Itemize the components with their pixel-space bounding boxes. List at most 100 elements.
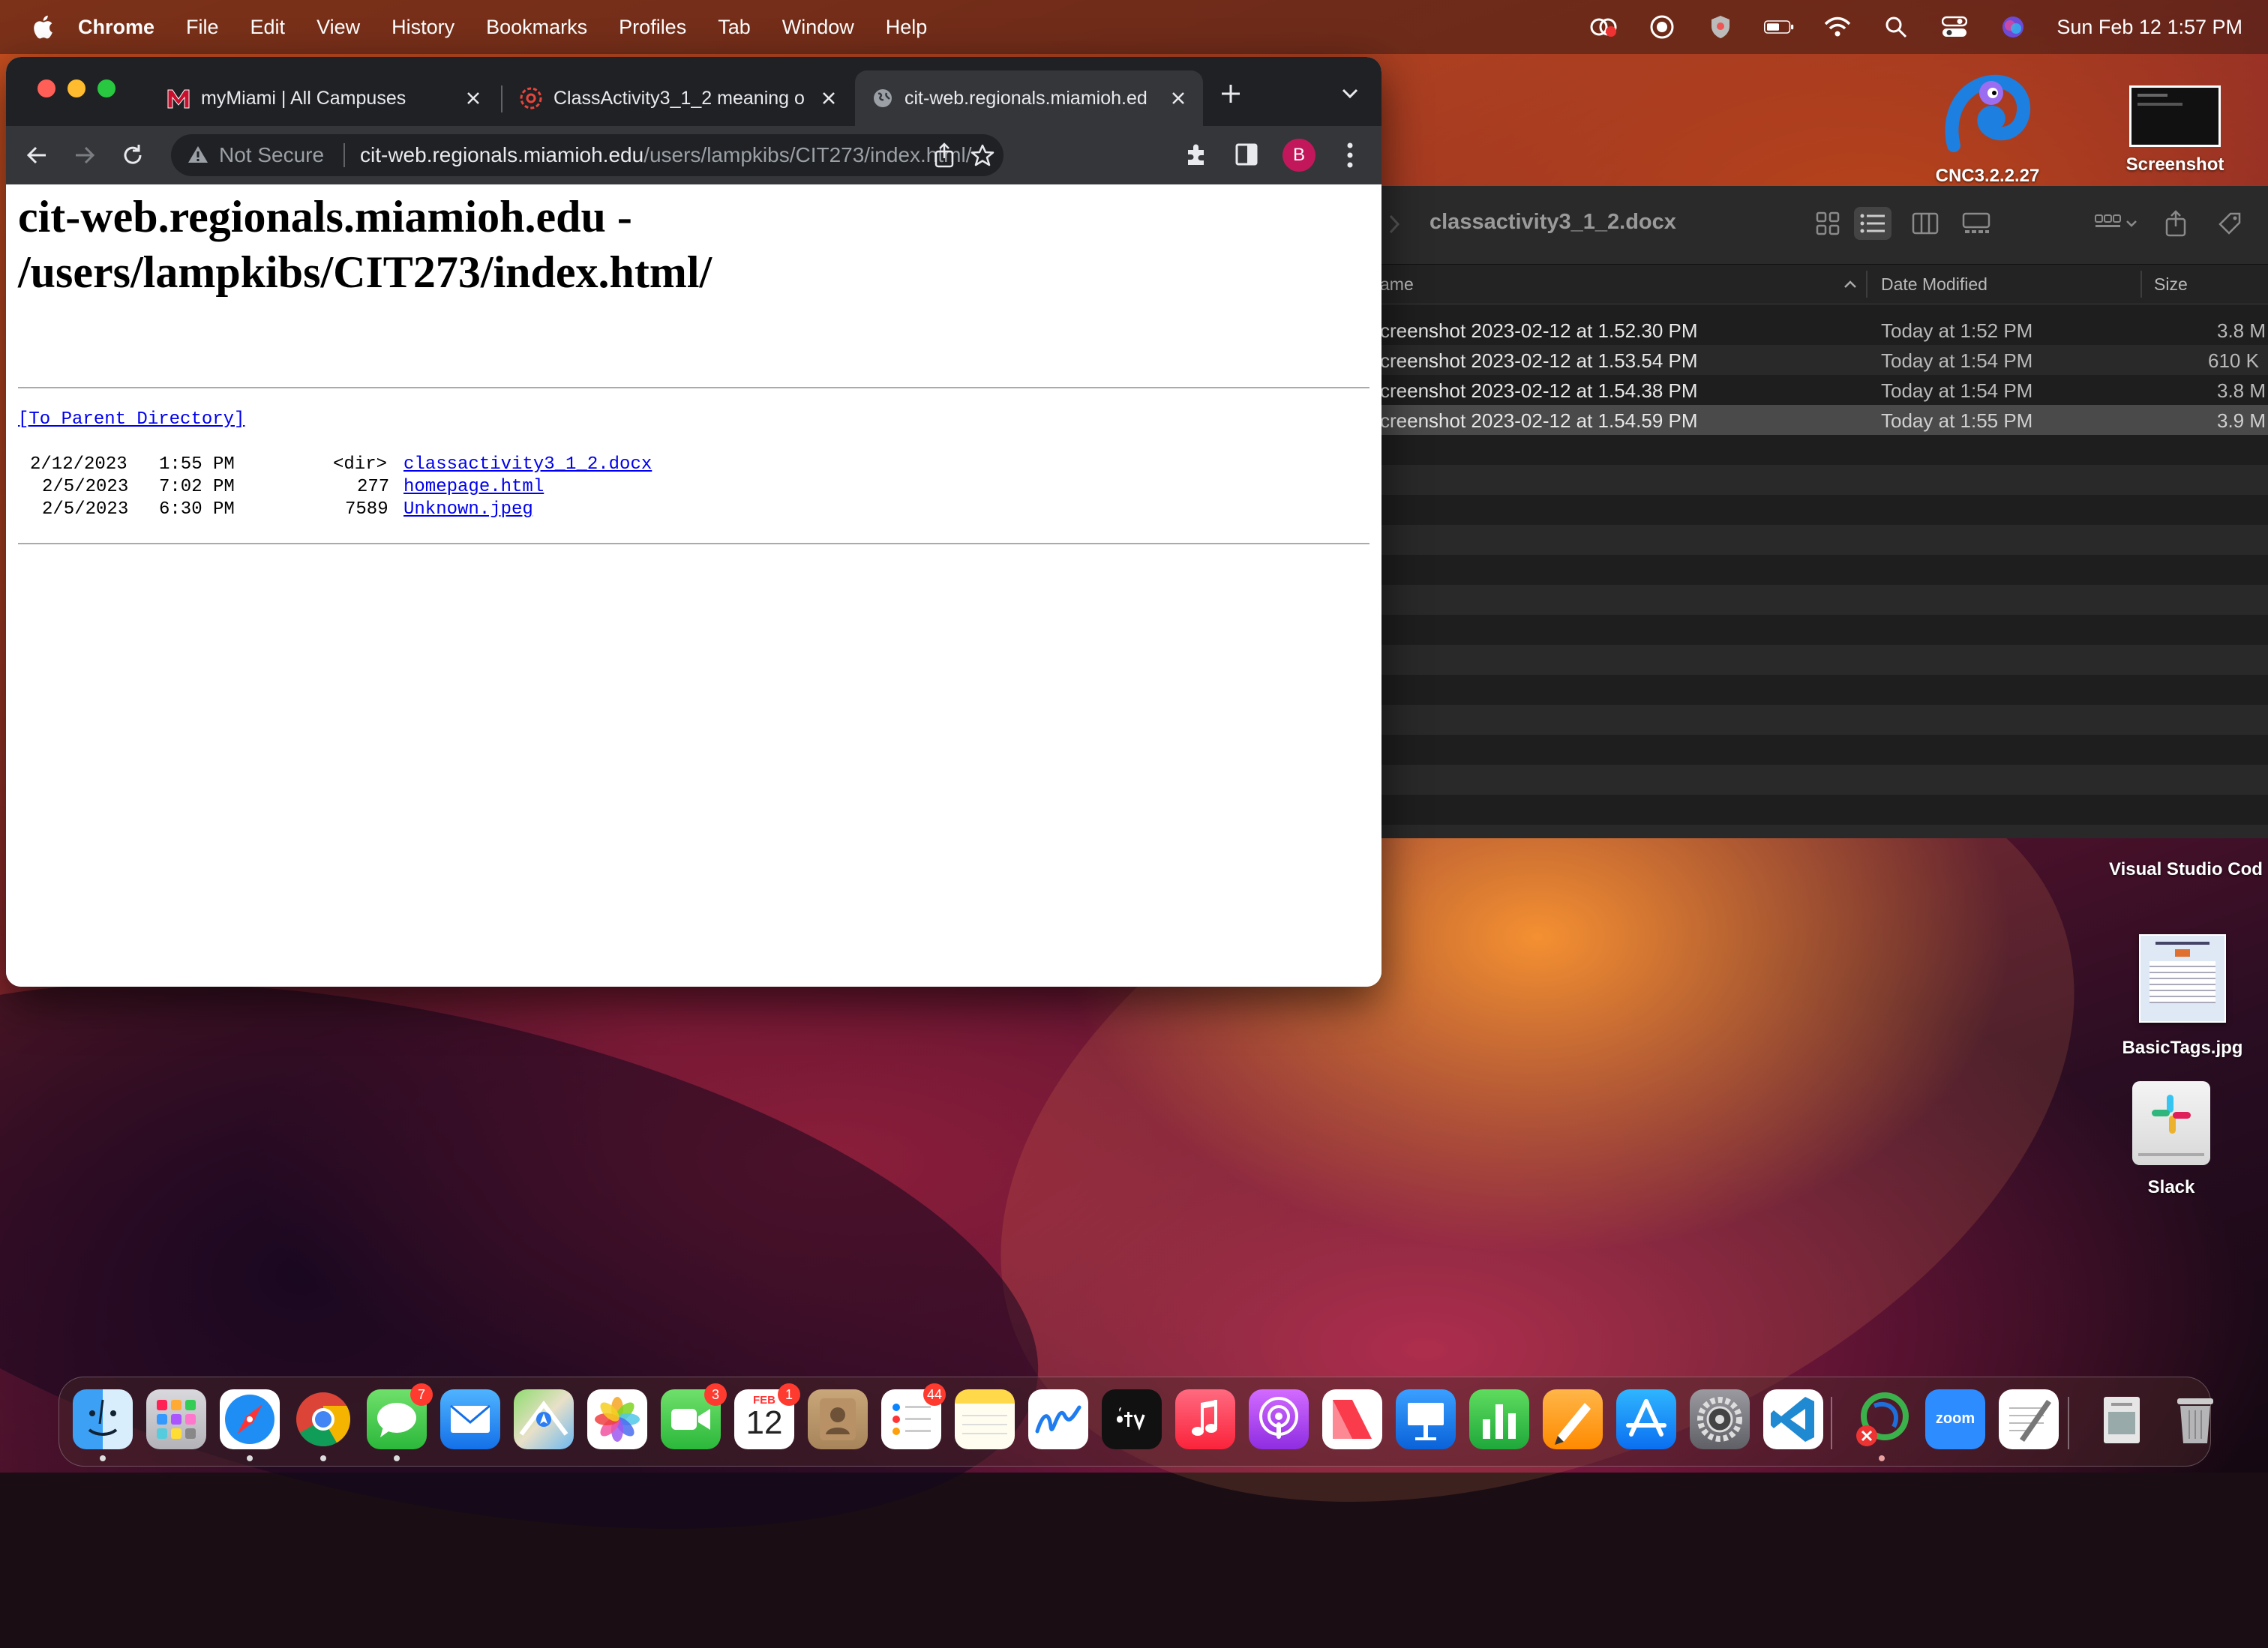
dock-music-icon[interactable] [1175, 1389, 1235, 1449]
reload-button[interactable] [117, 139, 148, 171]
dock-textedit-icon[interactable] [1999, 1389, 2059, 1449]
wifi-icon[interactable] [1822, 12, 1852, 42]
battery-icon[interactable] [1764, 12, 1794, 42]
menu-window[interactable]: Window [782, 16, 854, 39]
dock-news-icon[interactable] [1322, 1389, 1382, 1449]
menu-view[interactable]: View [316, 16, 360, 39]
url-path: /users/lampkibs/CIT273/index.html/ [644, 143, 972, 166]
entry-link-classactivity[interactable]: classactivity3_1_2.docx [404, 454, 652, 475]
new-tab-plus-icon[interactable] [1220, 82, 1242, 105]
close-tab-icon[interactable] [1167, 87, 1190, 109]
dock-vscode-icon[interactable] [1763, 1389, 1823, 1449]
column-header-date-modified[interactable]: Date Modified [1881, 274, 1988, 295]
finder-window[interactable]: classactivity3_1_2.docx ame Date Modifie… [1380, 186, 2268, 838]
warning-triangle-icon[interactable] [188, 145, 208, 164]
dock-numbers-icon[interactable] [1469, 1389, 1529, 1449]
parent-directory-link[interactable]: [To Parent Directory] [18, 409, 244, 430]
dock-system-settings-icon[interactable] [1690, 1389, 1750, 1449]
menu-profiles[interactable]: Profiles [619, 16, 686, 39]
sort-chevron-up-icon[interactable] [1844, 280, 1857, 289]
icon-view-button[interactable] [1809, 207, 1846, 240]
close-window-button[interactable] [38, 79, 56, 97]
dock-chrome-icon[interactable] [293, 1389, 353, 1449]
group-by-button[interactable] [2086, 207, 2146, 240]
menu-kebab-icon[interactable] [1346, 141, 1354, 169]
gallery-view-button[interactable] [1958, 207, 1995, 240]
chrome-window[interactable]: myMiami | All Campuses ClassActivity3_1_… [6, 57, 1382, 987]
address-bar[interactable]: Not Secure cit-web.regionals.miamioh.edu… [171, 134, 1004, 176]
share-button[interactable] [2157, 207, 2194, 240]
menu-bookmarks[interactable]: Bookmarks [486, 16, 587, 39]
desktop-icon-cnc[interactable]: CNC3.2.2.27 [1928, 63, 2048, 186]
back-chevron-icon[interactable] [1388, 213, 1402, 235]
tab-mymiami[interactable]: myMiami | All Campuses [153, 70, 498, 126]
desktop-icon-slack[interactable]: Slack [2108, 1081, 2235, 1198]
dock-app-store-icon[interactable] [1616, 1389, 1676, 1449]
desktop-label-vscode[interactable]: Visual Studio Cod [2109, 859, 2268, 880]
column-header-name[interactable]: ame [1380, 274, 1414, 295]
control-center-icon[interactable] [1940, 12, 1970, 42]
dock-apple-tv-icon[interactable] [1102, 1389, 1162, 1449]
dock-pages-icon[interactable] [1543, 1389, 1603, 1449]
entry-link-unknown-jpeg[interactable]: Unknown.jpeg [404, 499, 533, 520]
column-view-button[interactable] [1906, 207, 1944, 240]
close-tab-icon[interactable] [462, 87, 484, 109]
desktop-icon-label: Slack [2147, 1177, 2195, 1197]
dock-safari-icon[interactable] [220, 1389, 280, 1449]
finder-file-row[interactable]: creenshot 2023-02-12 at 1.54.38 PM Today… [1380, 375, 2268, 405]
finder-file-row[interactable]: creenshot 2023-02-12 at 1.53.54 PM Today… [1380, 345, 2268, 375]
menu-history[interactable]: History [392, 16, 454, 39]
desktop-icon-basictags[interactable]: BasicTags.jpg [2100, 934, 2265, 1059]
url-text[interactable]: cit-web.regionals.miamioh.edu/users/lamp… [360, 143, 971, 167]
screen-record-icon[interactable] [1647, 12, 1677, 42]
finder-file-row-selected[interactable]: creenshot 2023-02-12 at 1.54.59 PM Today… [1380, 405, 2268, 435]
dock-notes-icon[interactable] [955, 1389, 1015, 1449]
dock-trash-icon[interactable] [2165, 1389, 2225, 1449]
dock-contacts-icon[interactable] [808, 1389, 868, 1449]
creative-cloud-icon[interactable] [1588, 12, 1618, 42]
minimize-window-button[interactable] [68, 79, 86, 97]
menu-app-chrome[interactable]: Chrome [78, 16, 154, 39]
menu-edit[interactable]: Edit [250, 16, 286, 39]
tab-classactivity[interactable]: ClassActivity3_1_2 meaning o [506, 70, 854, 126]
dock-freeform-icon[interactable] [1028, 1389, 1088, 1449]
dock-zoom-icon[interactable]: zoom [1925, 1389, 1985, 1449]
running-indicator [394, 1455, 400, 1461]
side-panel-icon[interactable] [1234, 142, 1258, 166]
profile-avatar[interactable]: B [1282, 139, 1316, 172]
menu-help[interactable]: Help [886, 16, 928, 39]
entry-link-homepage[interactable]: homepage.html [404, 477, 544, 497]
extensions-puzzle-icon[interactable] [1184, 142, 1209, 168]
dock-keynote-icon[interactable] [1396, 1389, 1456, 1449]
dock-mail-icon[interactable] [440, 1389, 500, 1449]
siri-icon[interactable] [1998, 12, 2028, 42]
tab-search-chevron-down-icon[interactable] [1341, 87, 1359, 100]
tag-button[interactable] [2211, 207, 2248, 240]
menu-tab[interactable]: Tab [718, 16, 751, 39]
dock-maps-icon[interactable] [514, 1389, 574, 1449]
shield-icon[interactable] [1706, 12, 1736, 42]
group-icon [2095, 214, 2137, 227]
tab-cit-web-active[interactable]: cit-web.regionals.miamioh.ed [855, 70, 1203, 126]
spotlight-search-icon[interactable] [1881, 12, 1911, 42]
back-button[interactable] [21, 139, 52, 171]
menu-file[interactable]: File [186, 16, 219, 39]
dock-cnc-app-icon[interactable] [1852, 1389, 1912, 1449]
dock-podcasts-icon[interactable] [1249, 1389, 1309, 1449]
bookmark-star-icon[interactable] [970, 143, 994, 167]
finder-file-row[interactable]: creenshot 2023-02-12 at 1.52.30 PM Today… [1380, 315, 2268, 345]
close-tab-icon[interactable] [818, 87, 840, 109]
zoom-window-button[interactable] [98, 79, 116, 97]
not-secure-label[interactable]: Not Secure [219, 143, 324, 167]
dock-photos-icon[interactable] [587, 1389, 647, 1449]
apple-logo-icon[interactable] [30, 13, 58, 41]
column-header-size[interactable]: Size [2154, 274, 2188, 295]
dock-finder-icon[interactable] [73, 1389, 133, 1449]
share-icon[interactable] [933, 142, 956, 169]
dock-downloads-stack-icon[interactable] [2092, 1389, 2152, 1449]
forward-button[interactable] [69, 139, 100, 171]
menubar-clock[interactable]: Sun Feb 12 1:57 PM [2056, 16, 2242, 39]
list-view-button[interactable] [1854, 207, 1892, 240]
dock-launchpad-icon[interactable] [146, 1389, 206, 1449]
desktop-icon-screenshot[interactable]: Screenshot [2108, 75, 2242, 186]
